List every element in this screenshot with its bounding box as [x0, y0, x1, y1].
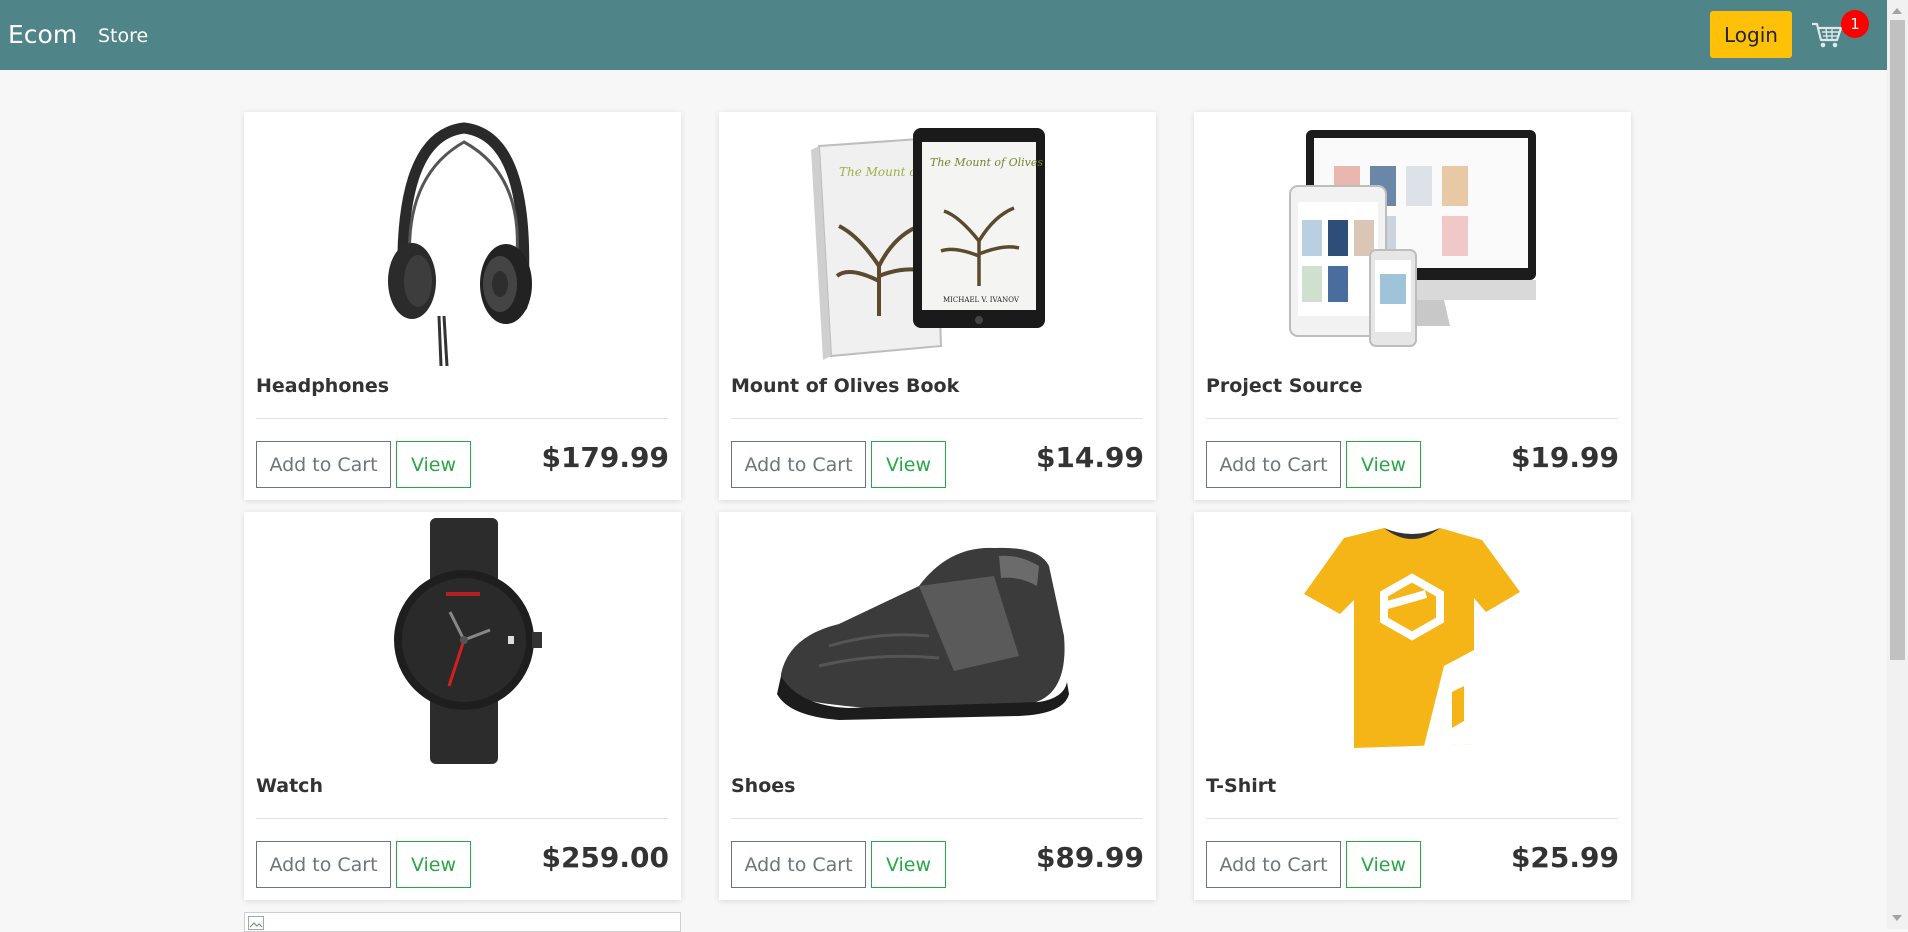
card-divider: [256, 418, 668, 419]
login-button[interactable]: Login: [1710, 11, 1792, 58]
product-title[interactable]: Watch: [256, 775, 323, 797]
view-button[interactable]: View: [396, 841, 471, 888]
product-title[interactable]: Shoes: [731, 775, 795, 797]
card-divider: [1206, 418, 1618, 419]
scrollbar-thumb[interactable]: [1890, 20, 1905, 660]
nav-link-store[interactable]: Store: [98, 25, 148, 47]
product-price: $89.99: [1035, 841, 1144, 874]
view-button[interactable]: View: [871, 441, 946, 488]
product-card: T-Shirt Add to Cart View $25.99: [1194, 512, 1631, 900]
tablet-cover-author: MICHAEL V. IVANOV: [943, 296, 1020, 304]
card-divider: [731, 818, 1143, 819]
book-image: The Mount of Olives The Mount of Olives …: [811, 128, 1045, 360]
add-to-cart-button[interactable]: Add to Cart: [731, 441, 866, 488]
product-title[interactable]: Project Source: [1206, 375, 1363, 397]
product-price: $179.99: [541, 441, 669, 474]
shopping-cart-icon[interactable]: [1810, 18, 1844, 52]
add-to-cart-button[interactable]: Add to Cart: [256, 441, 391, 488]
card-divider: [731, 418, 1143, 419]
brand-logo[interactable]: Ecom: [8, 20, 77, 49]
product-card: Shoes Add to Cart View $89.99: [719, 512, 1156, 900]
watch-image: [394, 518, 542, 764]
product-price: $14.99: [1035, 441, 1144, 474]
tshirt-image: [1304, 528, 1520, 748]
add-to-cart-button[interactable]: Add to Cart: [256, 841, 391, 888]
cart-count-badge: 1: [1841, 10, 1869, 38]
scroll-up-arrow-icon[interactable]: [1892, 8, 1902, 14]
navbar: Ecom Store Login 1: [0, 0, 1887, 70]
scroll-down-arrow-icon[interactable]: [1892, 915, 1902, 921]
product-price: $259.00: [541, 841, 669, 874]
devices-image: [1289, 130, 1536, 347]
shoe-image: [777, 547, 1069, 720]
view-button[interactable]: View: [871, 841, 946, 888]
view-button[interactable]: View: [396, 441, 471, 488]
view-button[interactable]: View: [1346, 441, 1421, 488]
tablet-cover-title: The Mount of Olives: [930, 156, 1043, 169]
product-title[interactable]: T-Shirt: [1206, 775, 1276, 797]
add-to-cart-button[interactable]: Add to Cart: [1206, 841, 1341, 888]
product-title[interactable]: Headphones: [256, 375, 389, 397]
add-to-cart-button[interactable]: Add to Cart: [1206, 441, 1341, 488]
product-title[interactable]: Mount of Olives Book: [731, 375, 959, 397]
broken-image-icon: [248, 916, 264, 930]
product-price: $25.99: [1510, 841, 1619, 874]
card-divider: [256, 818, 668, 819]
product-price: $19.99: [1510, 441, 1619, 474]
headphones-image: [388, 122, 532, 366]
card-divider: [1206, 818, 1618, 819]
product-card: The Mount of Olives The Mount of Olives …: [719, 112, 1156, 500]
add-to-cart-button[interactable]: Add to Cart: [731, 841, 866, 888]
product-card: Project Source Add to Cart View $19.99: [1194, 112, 1631, 500]
product-card-partial: [244, 912, 681, 932]
product-card: Watch Add to Cart View $259.00: [244, 512, 681, 900]
view-button[interactable]: View: [1346, 841, 1421, 888]
product-card: Headphones Add to Cart View $179.99: [244, 112, 681, 500]
